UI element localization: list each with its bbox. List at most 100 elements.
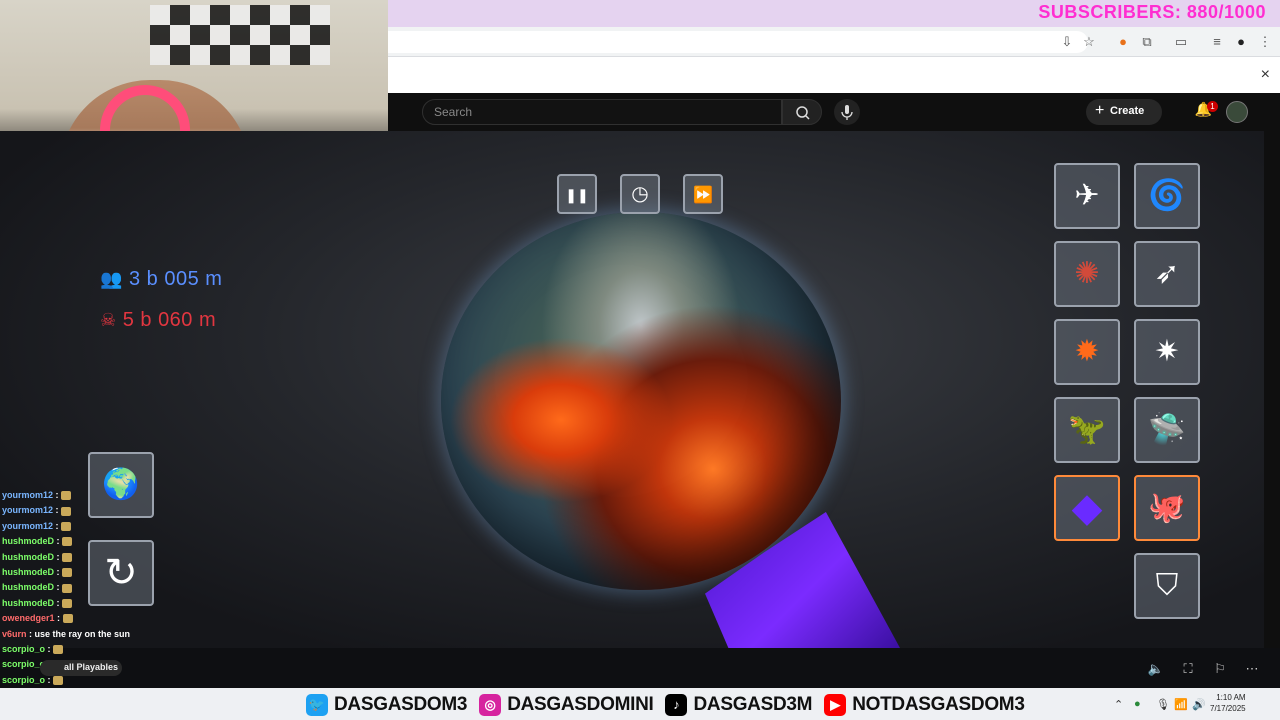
social-handle: NOTDASGASDOM3: [852, 694, 1025, 715]
playables-label: all Playables: [64, 662, 119, 672]
emote-icon: [62, 583, 73, 593]
emote-icon: [53, 645, 64, 655]
chat-separator: :: [53, 520, 62, 531]
subscriber-banner: SUBSCRIBERS: 880/1000: [388, 0, 1280, 27]
tool-shield[interactable]: ⛉: [1134, 553, 1200, 619]
chat-text: use the ray on the sun: [34, 628, 131, 639]
virus-icon: ✺: [1074, 257, 1100, 290]
emote-icon: [61, 491, 72, 501]
subscriber-goal: SUBSCRIBERS: 880/1000: [1038, 2, 1266, 22]
media-icon[interactable]: ≡: [1208, 33, 1226, 51]
emote-icon: [62, 614, 73, 624]
tool-explosion[interactable]: ✹: [1054, 319, 1120, 385]
pause-icon: ❚❚: [565, 187, 589, 203]
chat-message: hushmodeD :: [2, 596, 202, 611]
social-handle: DASGASDOMINI: [507, 694, 654, 715]
chat-message: yourmom12 :: [2, 488, 202, 503]
emote-icon: [62, 598, 73, 608]
chat-separator: :: [54, 536, 63, 547]
crystal-icon: ◆: [1071, 486, 1103, 530]
mic-button[interactable]: [834, 99, 860, 125]
tray-mic-icon[interactable]: 🎙: [1156, 698, 1170, 711]
puzzle-icon[interactable]: ⧉: [1138, 33, 1156, 51]
time-button[interactable]: ◷: [620, 174, 660, 214]
speaker-icon[interactable]: 🔊: [1192, 698, 1206, 711]
wifi-icon[interactable]: 📶: [1174, 698, 1188, 711]
avatar[interactable]: [1226, 101, 1248, 123]
chat-separator: :: [54, 551, 63, 562]
chat-username: scorpio_o: [2, 674, 46, 685]
create-button[interactable]: + Create: [1086, 99, 1162, 125]
tray-chevron-icon[interactable]: ⌃: [1114, 698, 1123, 711]
clock-date: 7/17/2025: [1210, 704, 1246, 713]
chat-separator: :: [26, 628, 35, 639]
tool-blackhole[interactable]: 🌀: [1134, 163, 1200, 229]
close-icon[interactable]: ×: [1261, 66, 1270, 84]
chat-overlay: yourmom12 : yourmom12 : yourmom12 : hush…: [2, 488, 202, 719]
clock-icon: ◷: [631, 183, 649, 205]
tool-ray[interactable]: ➶: [1134, 241, 1200, 307]
emote-icon: [61, 521, 72, 531]
search-button[interactable]: [782, 99, 822, 125]
chat-message: hushmodeD :: [2, 565, 202, 580]
chat-username: yourmom12: [2, 490, 54, 500]
population-value: 3 b 005 m: [128, 268, 223, 290]
taskbar-clock[interactable]: 1:10 AM 7/17/2025: [1210, 692, 1246, 714]
chat-username: hushmodeD: [2, 597, 55, 608]
emote-icon: [62, 552, 73, 562]
emote-icon: [61, 506, 72, 516]
emote-icon: [62, 537, 73, 547]
planet-earth[interactable]: [441, 212, 841, 590]
save-bookmark-icon[interactable]: ⚐: [1210, 658, 1230, 680]
view-all-playables-button[interactable]: all Playables: [40, 660, 122, 676]
laser-dinosaur-icon: 🦖: [1068, 413, 1106, 446]
menu-icon[interactable]: ⋮: [1256, 33, 1274, 51]
profile-icon[interactable]: ●: [1232, 33, 1250, 51]
tool-ships[interactable]: ✈: [1054, 163, 1120, 229]
tool-freeze[interactable]: ✷: [1134, 319, 1200, 385]
fast-forward-button[interactable]: ⏩: [683, 174, 723, 214]
deaths-stat: ☠ 5 b 060 m: [100, 309, 216, 332]
youtube-icon: ▶: [824, 694, 847, 716]
people-icon: 👥: [100, 269, 123, 289]
instagram-icon: ◎: [479, 694, 502, 716]
pause-button[interactable]: ❚❚: [557, 174, 597, 214]
chat-message: owenedger1 :: [2, 611, 202, 626]
search-icon: [796, 106, 810, 120]
volume-icon[interactable]: 🔈: [1146, 658, 1166, 680]
tool-ufo[interactable]: 🛸: [1134, 397, 1200, 463]
chat-separator: :: [45, 644, 54, 655]
youtube-header: Search + Create 🔔 1: [388, 93, 1280, 131]
tool-virus[interactable]: ✺: [1054, 241, 1120, 307]
fullscreen-icon[interactable]: ⛶: [1178, 658, 1198, 680]
more-icon[interactable]: ⋯: [1242, 658, 1262, 680]
create-label: Create: [1110, 105, 1145, 117]
search-input[interactable]: Search: [422, 99, 782, 125]
chat-separator: :: [54, 567, 63, 578]
chat-username: scorpio_o: [2, 659, 46, 670]
chat-message: scorpio_o :: [2, 642, 202, 657]
chat-separator: :: [54, 613, 63, 624]
tool-octopus[interactable]: 🐙: [1134, 475, 1200, 541]
clock-time: 1:10 AM: [1216, 693, 1246, 702]
checkered-wall: [150, 5, 330, 65]
tool-laser-dino[interactable]: 🦖: [1054, 397, 1120, 463]
chat-message: v6urn : use the ray on the sun: [2, 627, 202, 642]
social-handles: 🐦 DASGASDOM3 ◎ DASGASDOMINI ♪ DASGASD3M ▶ NOTDA…: [306, 691, 1031, 719]
chat-username: v6urn: [2, 628, 27, 639]
chat-message: hushmodeD :: [2, 550, 202, 565]
deaths-value: 5 b 060 m: [122, 309, 217, 331]
address-bar[interactable]: [388, 31, 1088, 53]
tray-app-icon[interactable]: ●: [1134, 698, 1141, 710]
chat-username: hushmodeD: [2, 582, 55, 593]
ray-gun-icon: ➶: [1154, 257, 1180, 290]
bookmark-star-icon[interactable]: ☆: [1080, 33, 1098, 51]
chat-username: scorpio_o: [2, 644, 46, 655]
extension-icon[interactable]: ●: [1114, 33, 1132, 51]
mic-icon: [841, 105, 853, 120]
page-scrollbar[interactable]: [1264, 93, 1280, 648]
chat-username: hushmodeD: [2, 567, 55, 578]
install-icon[interactable]: ⇩: [1058, 33, 1076, 51]
cast-icon[interactable]: ▭: [1172, 33, 1190, 51]
tool-crystal[interactable]: ◆: [1054, 475, 1120, 541]
